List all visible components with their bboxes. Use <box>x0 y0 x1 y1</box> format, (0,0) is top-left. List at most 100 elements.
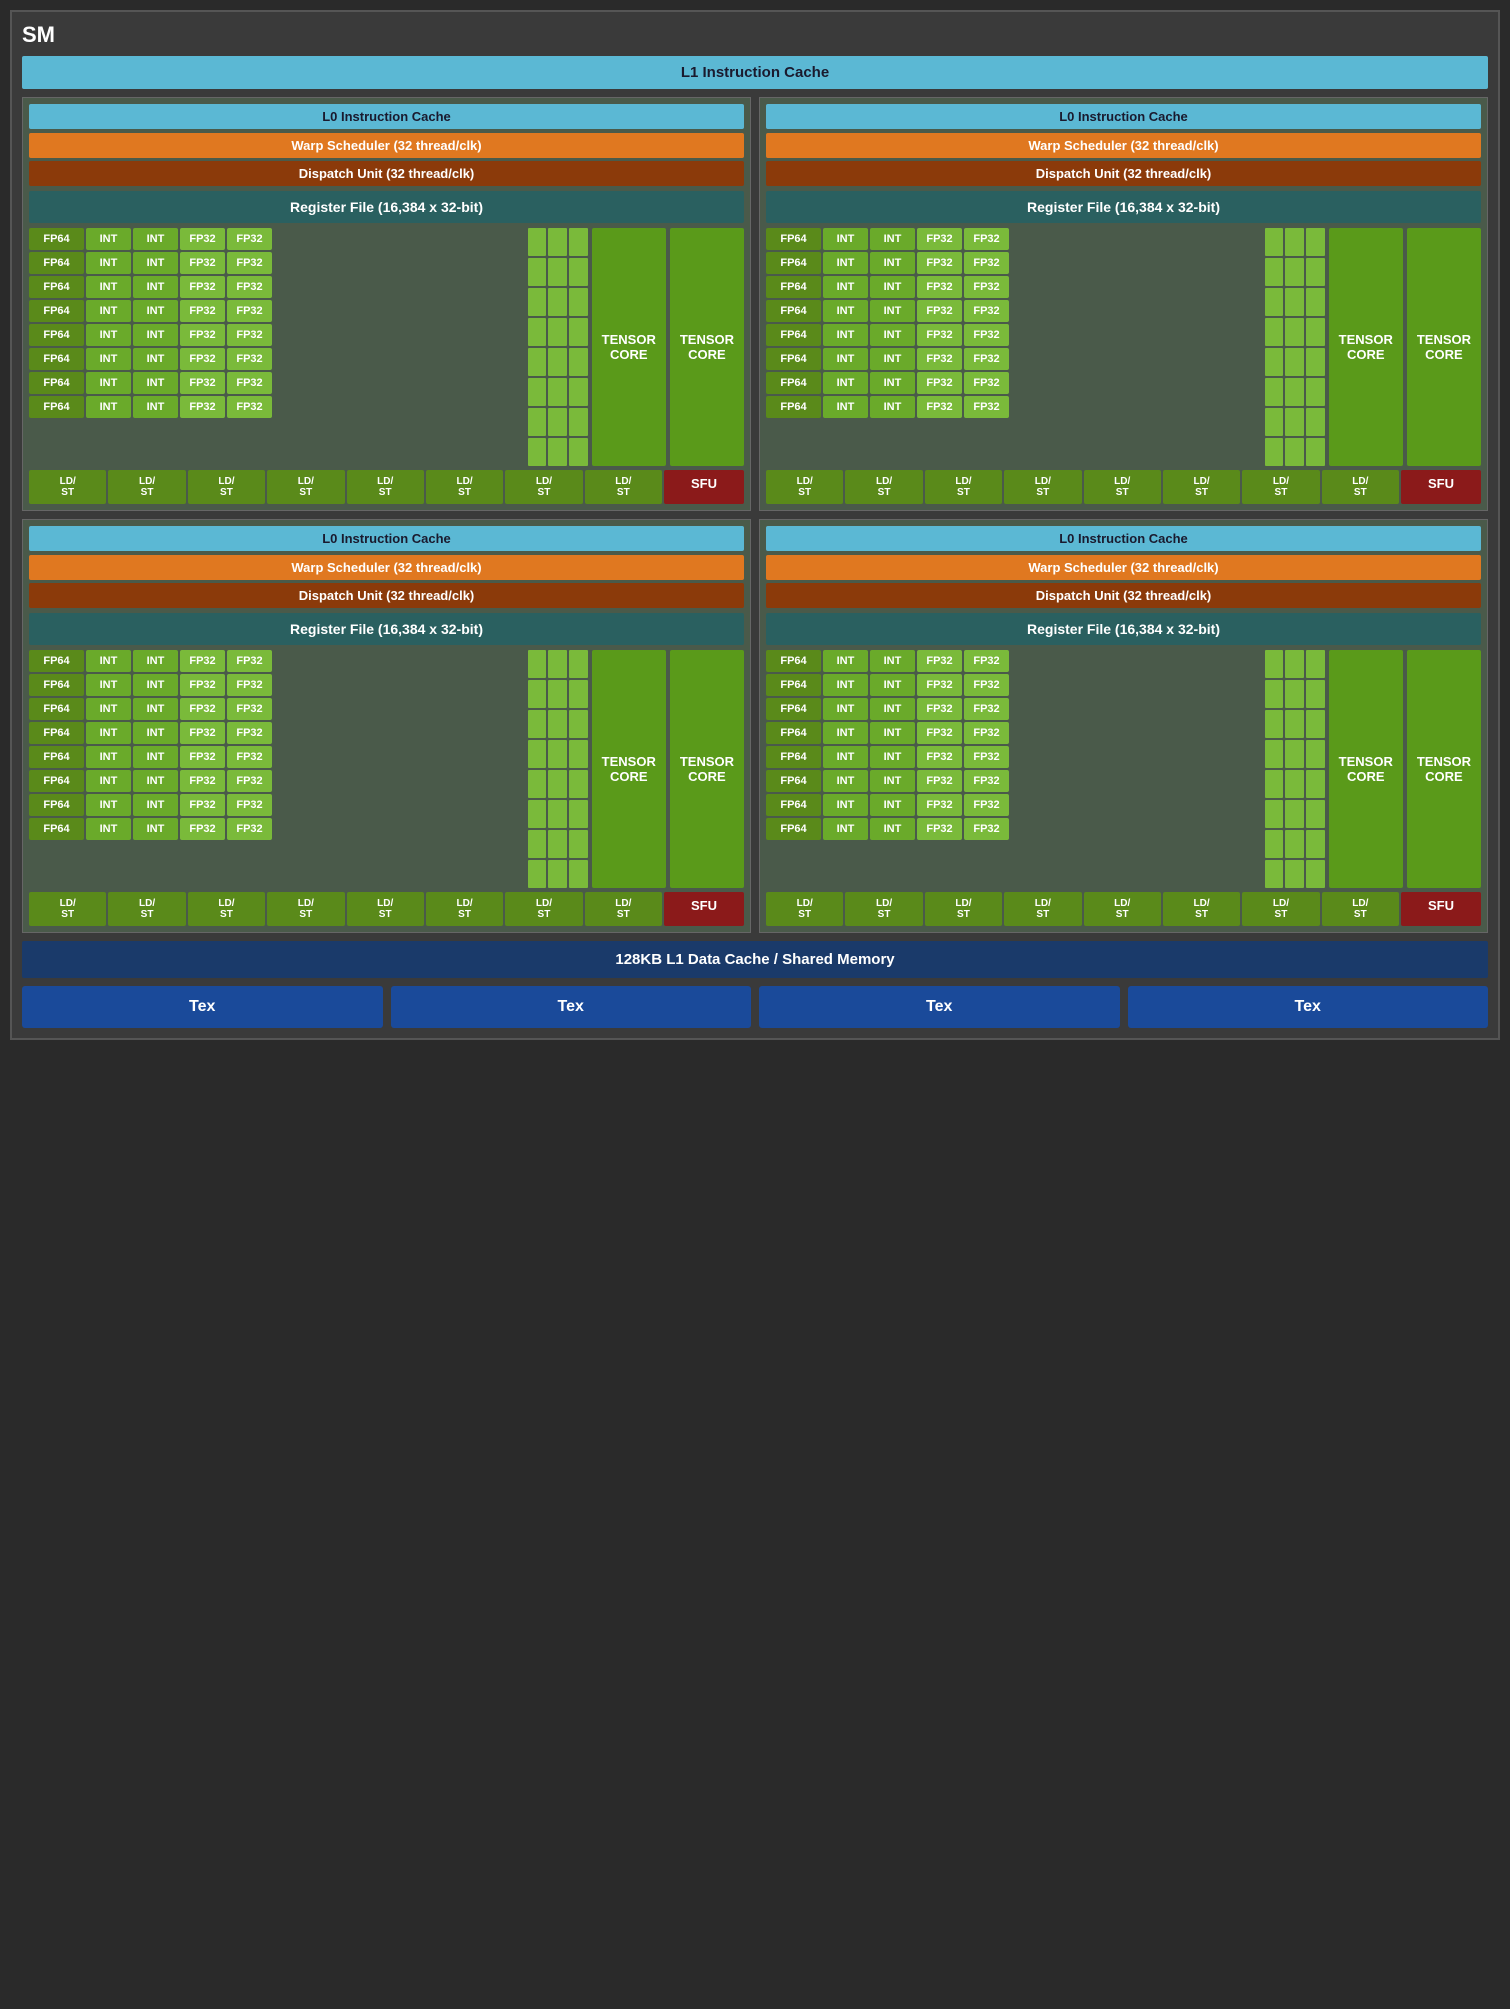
core-row: FP64 INT INT FP32 FP32 <box>29 746 524 768</box>
green-grid-bl <box>528 650 588 888</box>
int-cell: INT <box>133 324 178 346</box>
ldst-cell: LD/ST <box>925 892 1002 926</box>
green-cell <box>1285 258 1304 286</box>
fp64-cell: FP64 <box>766 300 821 322</box>
int-cell: INT <box>133 698 178 720</box>
int-cell: INT <box>870 650 915 672</box>
quadrants-grid: L0 Instruction Cache Warp Scheduler (32 … <box>22 97 1488 933</box>
green-cell <box>1306 318 1325 346</box>
green-cell <box>1285 408 1304 436</box>
core-row: FP64 INT INT FP32 FP32 <box>766 252 1261 274</box>
green-cell <box>548 228 567 256</box>
int-cell: INT <box>823 770 868 792</box>
green-cell <box>528 830 547 858</box>
ldst-cell: LD/ST <box>766 892 843 926</box>
green-cell <box>528 710 547 738</box>
green-cell <box>1265 408 1284 436</box>
fp64-cell: FP64 <box>766 770 821 792</box>
core-rows-tr: FP64 INT INT FP32 FP32 FP64 INT INT FP32… <box>766 228 1261 466</box>
green-cell <box>548 408 567 436</box>
green-cell <box>528 770 547 798</box>
fp32-cell: FP32 <box>964 674 1009 696</box>
ldst-cell: LD/ST <box>845 892 922 926</box>
ldst-sfu-row-tl: LD/ST LD/ST LD/ST LD/ST LD/ST LD/ST LD/S… <box>29 470 744 504</box>
fp32-cell: FP32 <box>964 300 1009 322</box>
green-cell <box>1265 378 1284 406</box>
fp32-cell: FP32 <box>917 794 962 816</box>
green-cell <box>1285 770 1304 798</box>
sfu-cell: SFU <box>664 470 744 504</box>
ldst-cell: LD/ST <box>1004 470 1081 504</box>
green-cell <box>569 680 588 708</box>
fp64-cell: FP64 <box>766 674 821 696</box>
ldst-cell: LD/ST <box>108 470 185 504</box>
ldst-cell: LD/ST <box>188 892 265 926</box>
core-row: FP64 INT INT FP32 FP32 <box>29 396 524 418</box>
fp32-cell: FP32 <box>964 396 1009 418</box>
int-cell: INT <box>86 674 131 696</box>
sfu-cell: SFU <box>1401 892 1481 926</box>
fp64-cell: FP64 <box>766 722 821 744</box>
fp64-cell: FP64 <box>766 348 821 370</box>
green-grid-tl <box>528 228 588 466</box>
int-cell: INT <box>133 228 178 250</box>
green-cell <box>569 650 588 678</box>
fp32-cell: FP32 <box>227 818 272 840</box>
int-cell: INT <box>823 722 868 744</box>
cores-tensor-br: FP64 INT INT FP32 FP32 FP64 INT INT FP32… <box>766 650 1481 888</box>
green-cell <box>528 228 547 256</box>
fp32-cell: FP32 <box>917 372 962 394</box>
core-row: FP64 INT INT FP32 FP32 <box>766 650 1261 672</box>
int-cell: INT <box>823 276 868 298</box>
ldst-cell: LD/ST <box>426 470 503 504</box>
sfu-cell: SFU <box>664 892 744 926</box>
fp32-cell: FP32 <box>227 698 272 720</box>
green-cell <box>1285 710 1304 738</box>
int-cell: INT <box>133 276 178 298</box>
green-cell <box>1285 740 1304 768</box>
core-row: FP64 INT INT FP32 FP32 <box>766 746 1261 768</box>
int-cell: INT <box>870 348 915 370</box>
green-cell <box>528 258 547 286</box>
fp32-cell: FP32 <box>227 372 272 394</box>
int-cell: INT <box>133 674 178 696</box>
fp64-cell: FP64 <box>766 324 821 346</box>
ldst-cell: LD/ST <box>925 470 1002 504</box>
tensor-core-2: TENSORCORE <box>1407 650 1481 888</box>
int-cell: INT <box>86 396 131 418</box>
ldst-cell: LD/ST <box>29 892 106 926</box>
l0-cache-br: L0 Instruction Cache <box>766 526 1481 551</box>
cores-tensor-tl: FP64 INT INT FP32 FP32 FP64 INT INT FP32… <box>29 228 744 466</box>
green-cell <box>1306 860 1325 888</box>
dispatch-unit-tl: Dispatch Unit (32 thread/clk) <box>29 161 744 186</box>
fp32-cell: FP32 <box>964 650 1009 672</box>
green-cell <box>1306 830 1325 858</box>
green-cell <box>1265 650 1284 678</box>
core-row: FP64 INT INT FP32 FP32 <box>29 228 524 250</box>
l0-cache-bl: L0 Instruction Cache <box>29 526 744 551</box>
int-cell: INT <box>133 396 178 418</box>
green-cell <box>569 830 588 858</box>
fp32-cell: FP32 <box>180 300 225 322</box>
green-cell <box>1306 378 1325 406</box>
warp-scheduler-br: Warp Scheduler (32 thread/clk) <box>766 555 1481 580</box>
cores-tensor-tr: FP64 INT INT FP32 FP32 FP64 INT INT FP32… <box>766 228 1481 466</box>
core-row: FP64 INT INT FP32 FP32 <box>766 276 1261 298</box>
quadrant-top-left: L0 Instruction Cache Warp Scheduler (32 … <box>22 97 751 511</box>
int-cell: INT <box>870 674 915 696</box>
warp-scheduler-bl: Warp Scheduler (32 thread/clk) <box>29 555 744 580</box>
fp32-cell: FP32 <box>227 746 272 768</box>
fp64-cell: FP64 <box>29 252 84 274</box>
ldst-cell: LD/ST <box>505 892 582 926</box>
green-cell <box>569 348 588 376</box>
fp32-cell: FP32 <box>917 300 962 322</box>
fp32-cell: FP32 <box>180 674 225 696</box>
core-row: FP64 INT INT FP32 FP32 <box>29 348 524 370</box>
core-row: FP64 INT INT FP32 FP32 <box>766 794 1261 816</box>
int-cell: INT <box>86 794 131 816</box>
green-cell <box>1306 228 1325 256</box>
l1-instruction-cache: L1 Instruction Cache <box>22 56 1488 89</box>
green-cell <box>569 710 588 738</box>
int-cell: INT <box>823 746 868 768</box>
int-cell: INT <box>823 396 868 418</box>
